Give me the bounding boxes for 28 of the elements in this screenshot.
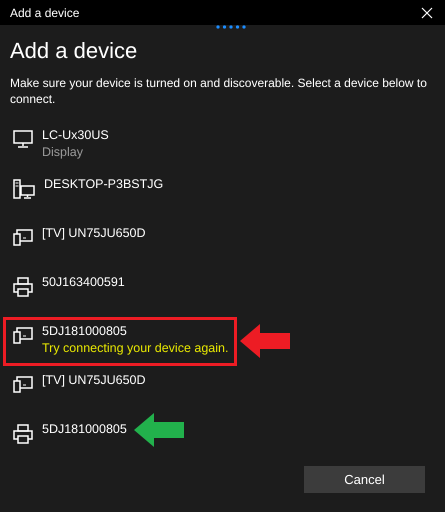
device-item[interactable]: DESKTOP-P3BSTJG bbox=[3, 170, 225, 219]
device-item[interactable]: 5DJ181000805 bbox=[3, 415, 225, 464]
device-item[interactable]: [TV] UN75JU650D bbox=[3, 219, 225, 268]
device-item[interactable]: LC-Ux30US Display bbox=[3, 121, 225, 170]
page-heading: Add a device bbox=[10, 37, 138, 65]
device-detail: Display bbox=[42, 144, 84, 161]
progress-dots-icon bbox=[216, 25, 246, 29]
device-item[interactable]: [TV] UN75JU650D bbox=[3, 366, 225, 415]
devices-icon bbox=[13, 326, 33, 344]
printer-icon bbox=[13, 277, 33, 297]
printer-icon bbox=[13, 424, 33, 444]
device-name: [TV] UN75JU650D bbox=[42, 225, 146, 242]
computer-icon bbox=[13, 179, 35, 199]
device-item[interactable]: 50J163400591 bbox=[3, 268, 225, 317]
devices-icon bbox=[13, 375, 33, 393]
device-name: 50J163400591 bbox=[42, 274, 125, 291]
window-title: Add a device bbox=[10, 6, 80, 20]
device-name: [TV] UN75JU650D bbox=[42, 372, 146, 389]
device-name: 5DJ181000805 bbox=[42, 323, 128, 340]
devices-icon bbox=[13, 228, 33, 246]
cancel-button[interactable]: Cancel bbox=[304, 466, 425, 493]
device-name: LC-Ux30US bbox=[42, 127, 109, 144]
device-detail: Try connecting your device again. bbox=[42, 340, 228, 357]
monitor-icon bbox=[13, 130, 33, 148]
close-icon[interactable] bbox=[421, 6, 433, 18]
device-name: 5DJ181000805 bbox=[42, 421, 127, 438]
description-text: Make sure your device is turned on and discoverable. Select a device below to connect. bbox=[10, 75, 428, 107]
device-name: DESKTOP-P3BSTJG bbox=[44, 176, 164, 193]
